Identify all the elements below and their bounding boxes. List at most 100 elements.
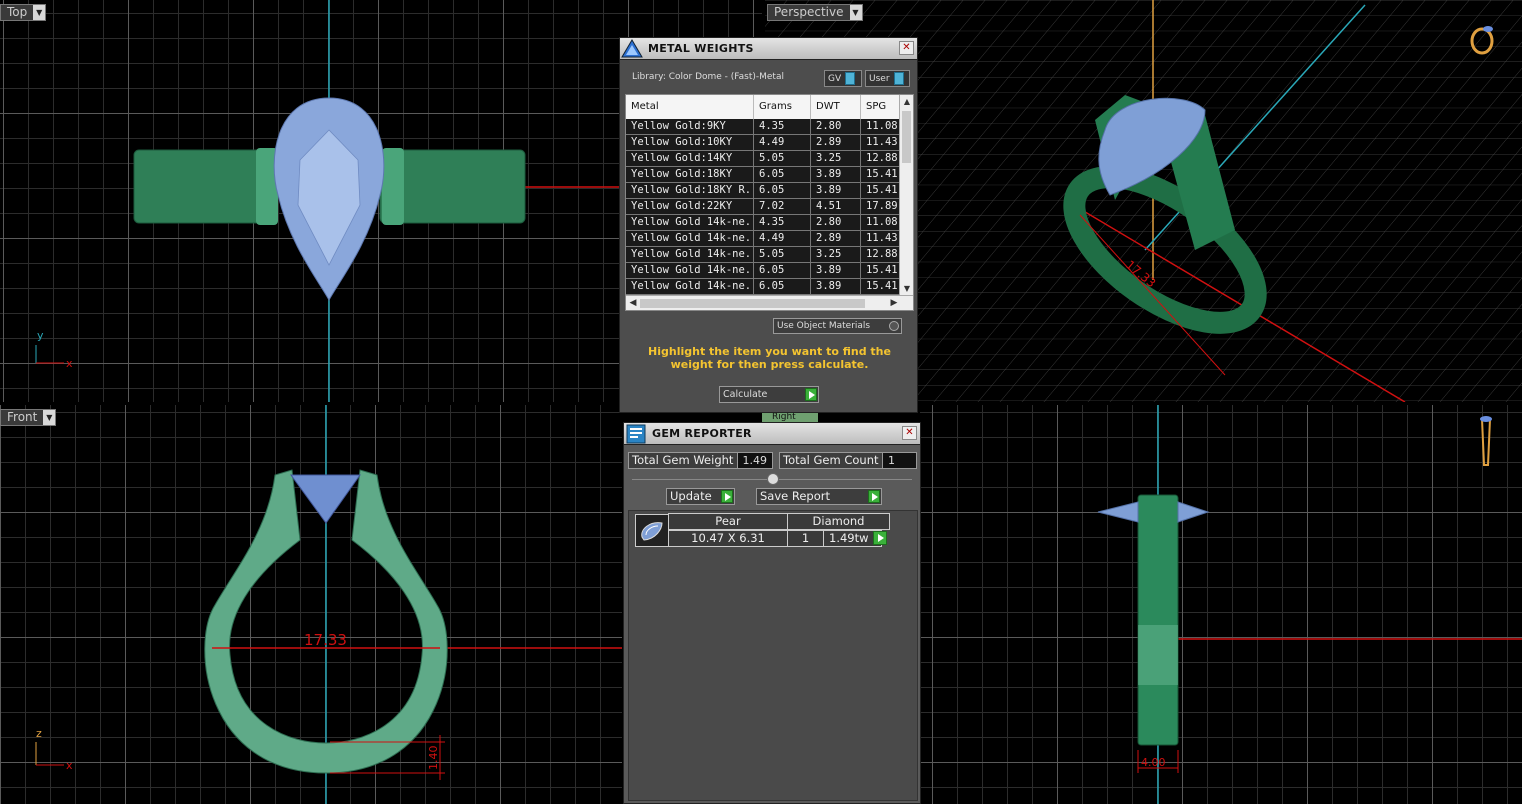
- chevron-down-icon[interactable]: ▼: [849, 5, 862, 20]
- panel-title: METAL WEIGHTS: [648, 42, 754, 55]
- table-cell: 15.41: [861, 183, 901, 198]
- table-cell: 4.49: [754, 135, 811, 150]
- metal-table[interactable]: Metal Grams DWT SPG Yellow Gold:9KY 4.35 2…: [625, 94, 914, 311]
- user-toggle[interactable]: User: [865, 70, 910, 87]
- gem-shape: Pear: [668, 513, 788, 530]
- table-row[interactable]: Yellow Gold 14k-ne... 6.05 3.89 15.41: [626, 279, 913, 295]
- scroll-left-icon[interactable]: ◀: [626, 296, 640, 310]
- right-viewport-tab[interactable]: Right: [762, 413, 818, 422]
- table-cell: 5.05: [754, 151, 811, 166]
- gv-toggle-label: GV: [828, 73, 842, 84]
- prong-right: [382, 148, 404, 225]
- table-cell: 3.89: [811, 167, 861, 182]
- metal-weights-panel: METAL WEIGHTS ✕ Library: Color Dome - (F…: [619, 37, 918, 413]
- table-row[interactable]: Yellow Gold:18KY 6.05 3.89 15.41: [626, 167, 913, 183]
- right-viewport[interactable]: 4.00: [920, 405, 1522, 804]
- table-row[interactable]: Yellow Gold:9KY 4.35 2.80 11.08: [626, 119, 913, 135]
- user-toggle-label: User: [869, 73, 890, 84]
- use-object-materials-option[interactable]: Use Object Materials: [773, 318, 902, 334]
- diameter-label: 17.33: [304, 631, 347, 649]
- table-row[interactable]: Yellow Gold 14k-ne... 4.35 2.80 11.08: [626, 215, 913, 231]
- table-cell: 17.89: [861, 199, 901, 214]
- table-cell: 12.88: [861, 151, 901, 166]
- table-cell: Yellow Gold:14KY: [626, 151, 754, 166]
- table-cell: Yellow Gold:22KY: [626, 199, 754, 214]
- viewport-name: Perspective: [774, 5, 844, 19]
- table-cell: Yellow Gold:18KY: [626, 167, 754, 182]
- gv-toggle[interactable]: GV: [824, 70, 862, 87]
- scroll-up-icon[interactable]: ▲: [900, 95, 913, 109]
- play-arrow-icon: [721, 490, 733, 503]
- table-row[interactable]: Yellow Gold 14k-ne... 4.49 2.89 11.43: [626, 231, 913, 247]
- report-icon: [626, 424, 646, 443]
- table-row[interactable]: Yellow Gold 14k-ne... 6.05 3.89 15.41: [626, 263, 913, 279]
- use-object-materials-label: Use Object Materials: [777, 321, 871, 331]
- save-report-button[interactable]: Save Report: [756, 488, 882, 505]
- calculate-button[interactable]: Calculate: [719, 386, 819, 403]
- table-cell: 3.89: [811, 183, 861, 198]
- gem-reporter-titlebar[interactable]: GEM REPORTER ✕: [624, 423, 920, 445]
- table-row[interactable]: Yellow Gold 14k-ne... 5.05 3.25 12.88: [626, 247, 913, 263]
- scroll-right-icon[interactable]: ▶: [887, 296, 901, 310]
- metal-weights-titlebar[interactable]: METAL WEIGHTS ✕: [620, 38, 917, 60]
- scroll-thumb[interactable]: [902, 111, 911, 163]
- close-icon[interactable]: ✕: [899, 41, 914, 55]
- vertical-scrollbar[interactable]: ▲ ▼: [899, 95, 913, 296]
- collapse-handle-icon[interactable]: [767, 473, 779, 485]
- pear-gem-icon[interactable]: [635, 514, 669, 547]
- horizontal-scrollbar[interactable]: ◀ ▶: [626, 295, 913, 310]
- total-gem-count-value: 1: [882, 453, 916, 468]
- table-cell: 6.05: [754, 263, 811, 278]
- table-cell: 4.35: [754, 119, 811, 134]
- gem-row[interactable]: Pear Diamond 10.47 X 6.31 1 1.49tw: [668, 513, 892, 547]
- thickness-label: 1.40: [427, 746, 440, 771]
- close-icon[interactable]: ✕: [902, 426, 917, 440]
- table-row[interactable]: Yellow Gold:22KY 7.02 4.51 17.89: [626, 199, 913, 215]
- update-button[interactable]: Update: [666, 488, 735, 505]
- select-gem-arrow-icon[interactable]: [873, 531, 887, 545]
- table-row[interactable]: Yellow Gold:10KY 4.49 2.89 11.43: [626, 135, 913, 151]
- front-viewport[interactable]: Front ▼ 17.33 1.40 z x: [0, 405, 622, 804]
- axis-x-label: x: [66, 357, 73, 370]
- table-cell: 3.25: [811, 151, 861, 166]
- table-cell: 4.35: [754, 215, 811, 230]
- play-arrow-icon: [868, 490, 880, 503]
- gem-size: 10.47 X 6.31: [668, 530, 788, 547]
- metal-table-header: Metal Grams DWT SPG: [626, 95, 913, 119]
- table-cell: 4.49: [754, 231, 811, 246]
- column-header[interactable]: Metal: [626, 95, 754, 119]
- panel-title: GEM REPORTER: [652, 427, 752, 440]
- table-cell: 11.08: [861, 215, 901, 230]
- front-viewport-label[interactable]: Front ▼: [0, 409, 57, 426]
- table-cell: Yellow Gold 14k-ne...: [626, 279, 754, 294]
- ring-side: [1137, 494, 1179, 746]
- column-header[interactable]: DWT: [811, 95, 861, 119]
- chevron-down-icon[interactable]: ▼: [43, 410, 56, 425]
- gem-side-right: [1177, 501, 1210, 523]
- gem-count: 1: [787, 530, 824, 547]
- total-gem-weight-value: 1.49: [736, 453, 772, 468]
- column-header[interactable]: SPG: [861, 95, 901, 119]
- library-label: Library: Color Dome - (Fast)-Metal: [632, 72, 784, 82]
- table-cell: Yellow Gold 14k-ne...: [626, 215, 754, 230]
- table-cell: 15.41: [861, 167, 901, 182]
- table-cell: 12.88: [861, 247, 901, 262]
- column-header[interactable]: Grams: [754, 95, 811, 119]
- table-cell: 6.05: [754, 279, 811, 294]
- chevron-down-icon[interactable]: ▼: [33, 5, 46, 20]
- radio-icon[interactable]: [889, 321, 899, 331]
- perspective-viewport-label[interactable]: Perspective ▼: [767, 4, 863, 21]
- table-row[interactable]: Yellow Gold:14KY 5.05 3.25 12.88: [626, 151, 913, 167]
- table-cell: 2.80: [811, 119, 861, 134]
- table-cell: 2.89: [811, 135, 861, 150]
- top-viewport-label[interactable]: Top ▼: [0, 4, 47, 21]
- table-cell: 6.05: [754, 167, 811, 182]
- axis-z-label: z: [36, 727, 42, 740]
- scroll-thumb[interactable]: [640, 299, 865, 308]
- table-cell: 3.89: [811, 279, 861, 294]
- table-cell: 4.51: [811, 199, 861, 214]
- scroll-down-icon[interactable]: ▼: [900, 282, 913, 296]
- table-cell: 7.02: [754, 199, 811, 214]
- table-row[interactable]: Yellow Gold:18KY R... 6.05 3.89 15.41: [626, 183, 913, 199]
- matrix-logo-icon: [621, 38, 643, 57]
